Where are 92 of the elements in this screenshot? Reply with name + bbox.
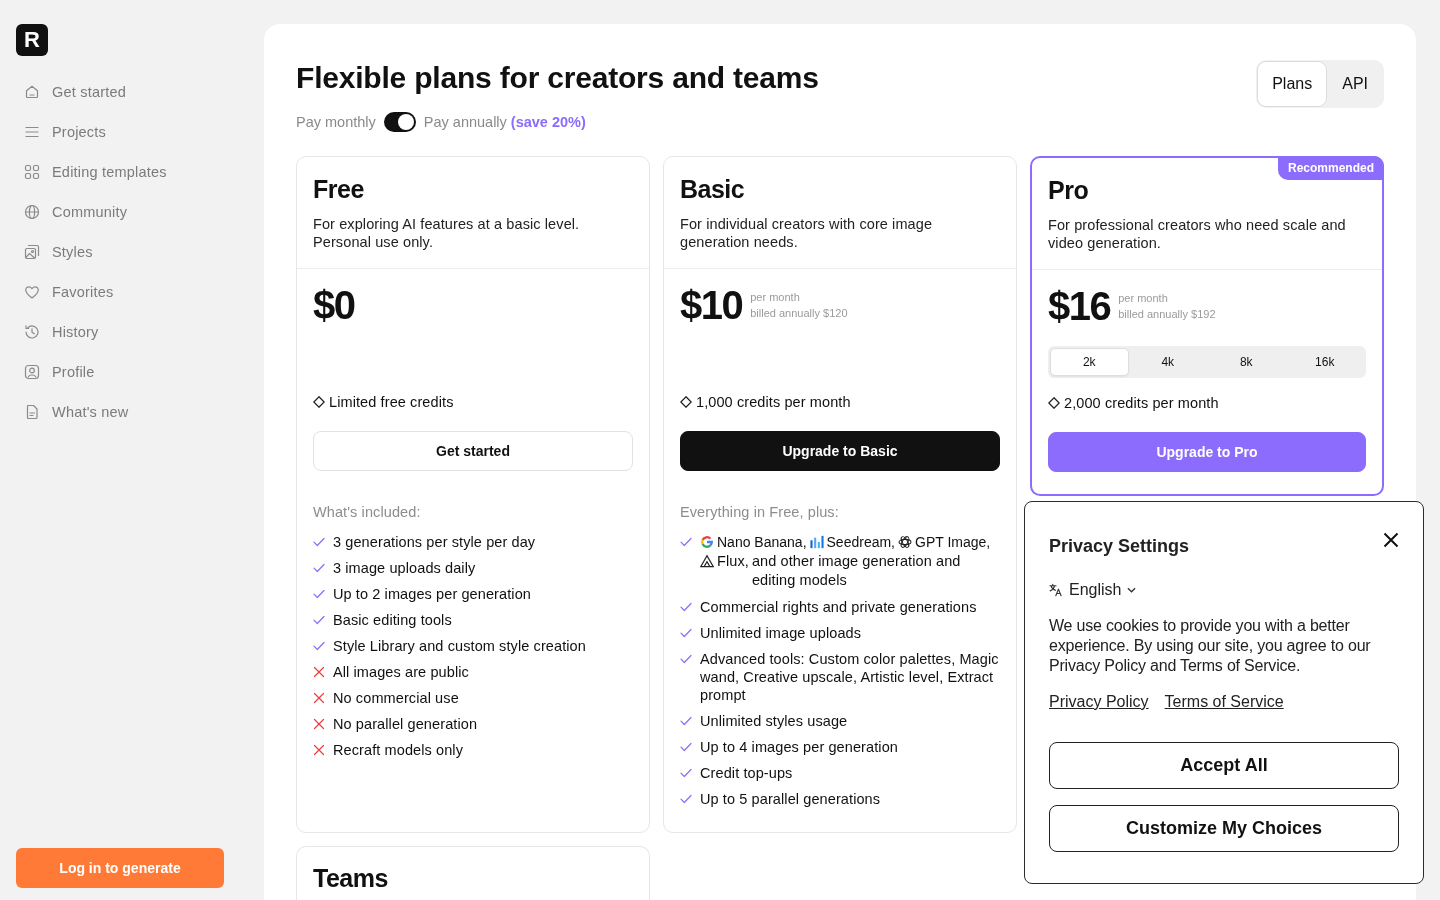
diamond-icon — [1048, 397, 1060, 409]
features-heading: What's included: — [313, 503, 422, 521]
heart-icon — [24, 284, 40, 300]
atom-icon — [898, 535, 912, 549]
features-heading: Everything in Free, plus: — [680, 503, 840, 521]
bar-chart-icon — [809, 535, 824, 549]
feature-text: No parallel generation — [333, 715, 478, 733]
price-period: per month — [750, 290, 801, 305]
plan-description: For individual creators with core image generation needs. — [680, 215, 934, 251]
close-button[interactable] — [1383, 532, 1399, 548]
credits-text: 2,000 credits per month — [1064, 394, 1219, 412]
document-icon — [24, 404, 40, 420]
customize-button[interactable]: Customize My Choices — [1049, 805, 1399, 852]
plan-price: $10 — [680, 282, 743, 329]
plan-button[interactable]: Upgrade to Basic — [680, 431, 1000, 471]
nav-item[interactable]: Editing templates — [16, 152, 248, 192]
model-name: Nano Banana, — [717, 534, 807, 550]
plan-name: Basic — [680, 174, 746, 205]
nav-item[interactable]: Profile — [16, 352, 248, 392]
globe-icon — [24, 204, 40, 220]
feature-text: Unlimited image uploads — [700, 624, 862, 642]
language-selector[interactable]: English — [1049, 578, 1137, 602]
credits-text: Limited free credits — [329, 393, 454, 411]
consent-text: We use cookies to provide you with a better experience. By using our site, you agree to our Privacy Policy and Terms of Service. — [1049, 616, 1372, 676]
plan-button[interactable]: Upgrade to Pro — [1048, 432, 1366, 472]
policy-link[interactable]: Privacy Policy — [1049, 692, 1149, 712]
history-icon — [24, 324, 40, 340]
model-name: Flux, — [717, 553, 749, 569]
feature-text: Commercial rights and private generations — [700, 598, 977, 616]
discount-note: (save 20%) — [510, 114, 586, 130]
billing-label: Pay annually — [423, 114, 507, 130]
feature-text: Up to 5 parallel generations — [700, 790, 881, 808]
plan-price: $0 — [313, 282, 355, 329]
tier-option[interactable]: 16k — [1285, 348, 1364, 376]
feature-text: 3 generations per style per day — [333, 533, 536, 551]
feature-text: Unlimited styles usage — [700, 712, 848, 730]
feature-text: Recraft models only — [333, 741, 464, 759]
billing-label: Pay monthly — [296, 114, 376, 130]
list-icon — [24, 124, 40, 140]
diamond-icon — [313, 396, 325, 408]
feature-text: Credit top-ups — [700, 764, 793, 782]
g-logo-icon — [700, 535, 714, 549]
close-icon — [1383, 532, 1399, 548]
feature-text: All images are public — [333, 663, 469, 681]
home-icon — [24, 84, 40, 100]
billing-note: billed annually $120 — [750, 306, 848, 321]
feature-text: Style Library and custom style creation — [333, 637, 586, 655]
feature-text: and other image generation and editing models — [751, 552, 962, 590]
tier-option[interactable]: 8k — [1207, 348, 1286, 376]
diamond-icon — [680, 396, 692, 408]
nav-item[interactable]: Favorites — [16, 272, 248, 312]
nav-item[interactable]: Get started — [16, 72, 248, 112]
plan-description: For exploring AI features at a basic level. Personal use only. — [313, 215, 581, 251]
chevron-down-icon — [1127, 587, 1137, 593]
tab[interactable]: Plans — [1257, 61, 1328, 107]
triangle-icon — [700, 554, 714, 568]
nav-item[interactable]: History — [16, 312, 248, 352]
tab[interactable]: API — [1327, 61, 1383, 107]
feature-text: Basic editing tools — [333, 611, 452, 629]
feature-text: No commercial use — [333, 689, 459, 707]
feature-text: Up to 2 images per generation — [333, 585, 531, 603]
price-period: per month — [1118, 291, 1169, 306]
plan-name: Pro — [1048, 175, 1090, 206]
billing-note: billed annually $192 — [1118, 307, 1216, 322]
nav-item[interactable]: What's new — [16, 392, 248, 432]
feature-text: Advanced tools: Custom color palettes, Magic wand, Creative upscale, Artistic level, Extract prompt — [700, 650, 1000, 704]
feature-text: 3 image uploads daily — [333, 559, 476, 577]
policy-link[interactable]: Terms of Service — [1164, 692, 1284, 712]
feature-text: Up to 4 images per generation — [700, 738, 898, 756]
page-title: Flexible plans for creators and teams — [296, 60, 819, 96]
recommended-badge: Recommended — [1277, 156, 1384, 180]
plan-name: Free — [313, 174, 365, 205]
nav-item[interactable]: Styles — [16, 232, 248, 272]
model-name: GPT Image, — [915, 534, 991, 550]
plan-price: $16 — [1048, 283, 1111, 330]
plan-button[interactable]: Get started — [313, 431, 633, 471]
credits-text: 1,000 credits per month — [696, 393, 851, 411]
tier-option[interactable]: 2k — [1050, 348, 1129, 376]
logo[interactable]: R — [16, 24, 48, 56]
billing-toggle[interactable] — [383, 112, 416, 132]
user-icon — [24, 364, 40, 380]
dialog-title: Privacy Settings — [1049, 535, 1190, 557]
plan-description: For professional creators who need scale and video generation. — [1048, 216, 1347, 252]
grid-icon — [24, 164, 40, 180]
tier-option[interactable]: 4k — [1128, 348, 1207, 376]
model-name: Seedream, — [826, 534, 895, 550]
plan-name: Teams — [313, 863, 389, 894]
images-icon — [24, 244, 40, 260]
nav-item[interactable]: Community — [16, 192, 248, 232]
translate-icon — [1049, 583, 1063, 597]
nav-item[interactable]: Projects — [16, 112, 248, 152]
accept-all-button[interactable]: Accept All — [1049, 742, 1399, 789]
